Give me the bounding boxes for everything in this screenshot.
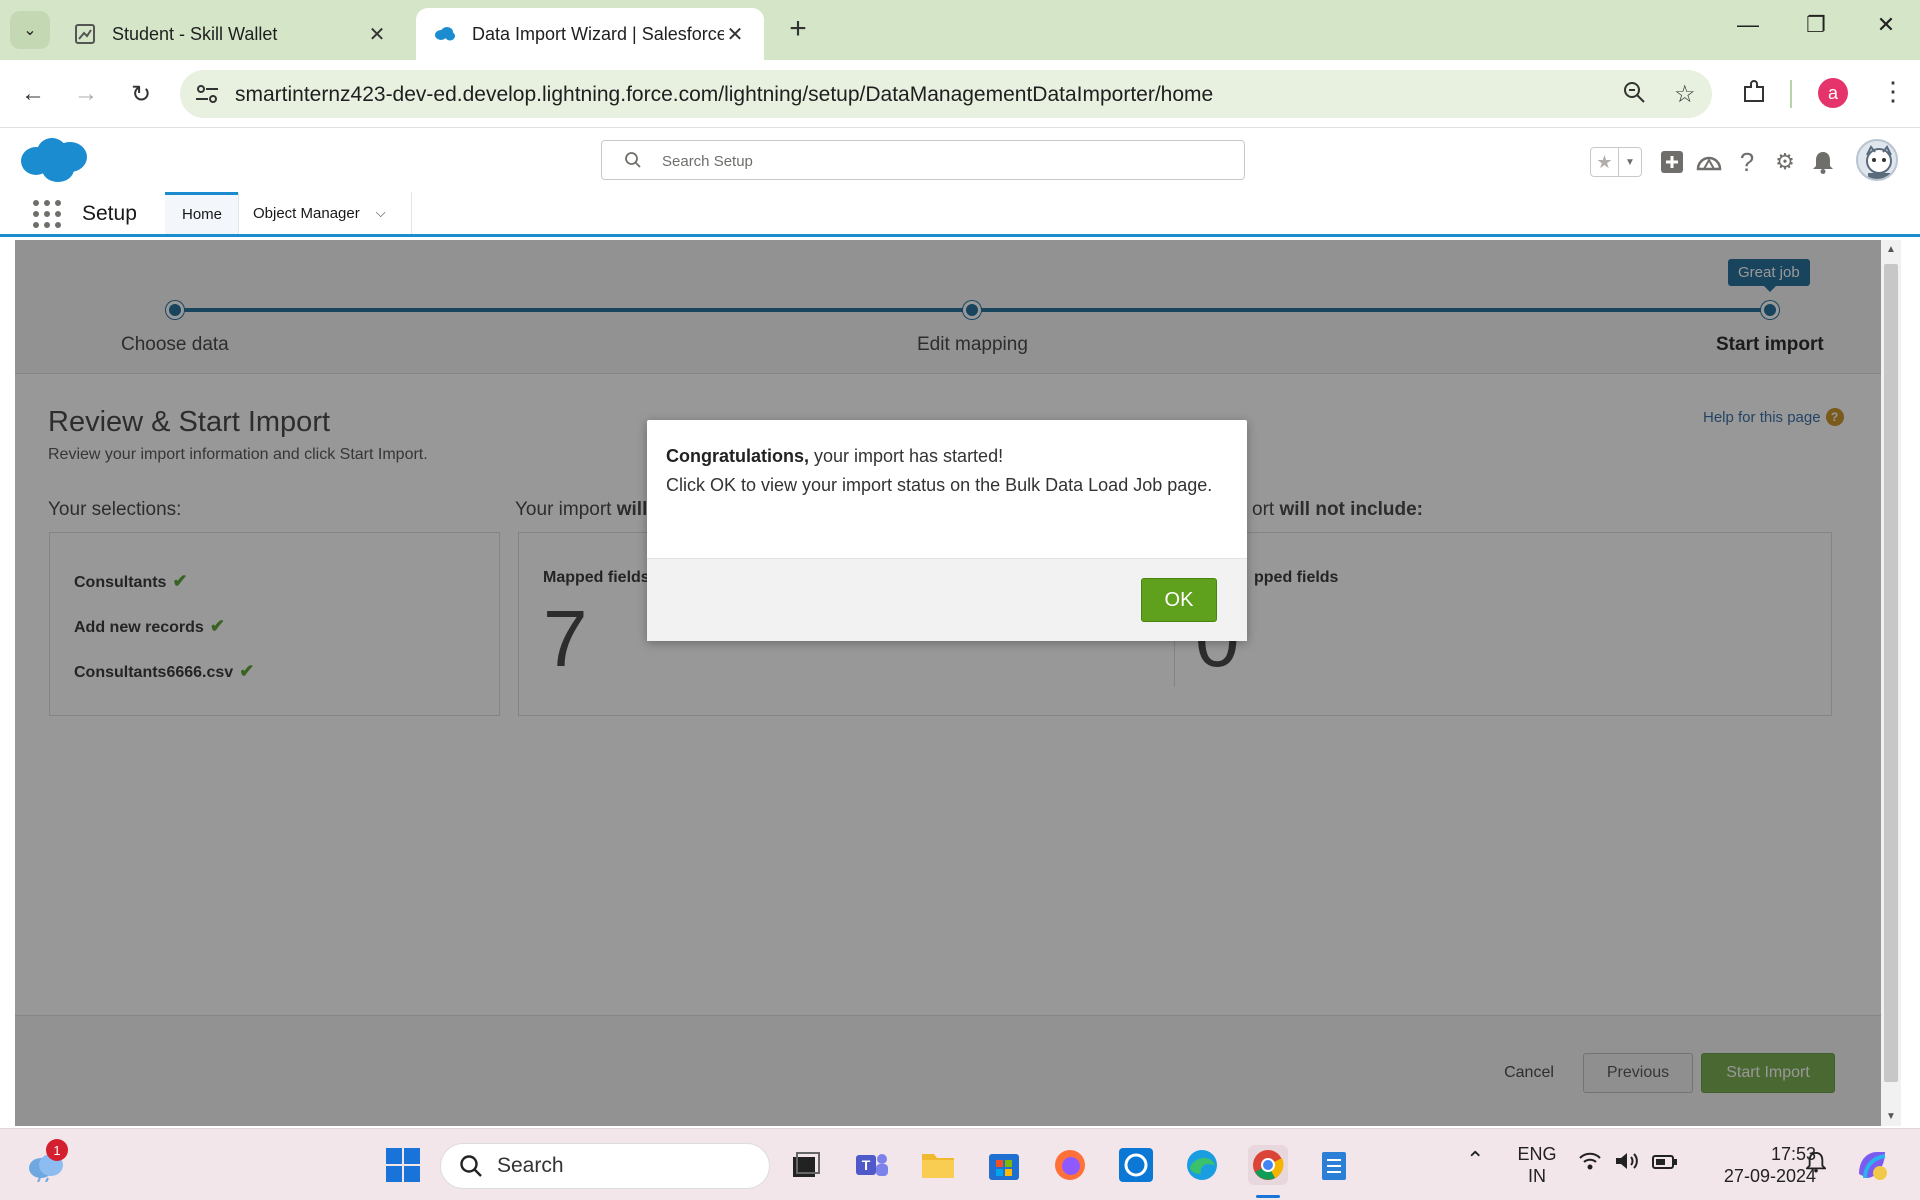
chevron-up-icon[interactable]: ⌃: [1466, 1149, 1484, 1171]
clock-time: 17:53: [1770, 1144, 1816, 1164]
notification-badge: 1: [46, 1139, 68, 1161]
reload-icon[interactable]: ↻: [123, 76, 159, 112]
zoom-icon[interactable]: [1622, 80, 1646, 111]
svg-text:T: T: [862, 1157, 871, 1173]
teams-icon[interactable]: T: [852, 1145, 892, 1185]
gear-icon[interactable]: ⚙: [1770, 147, 1800, 177]
browser-tab-data-import-wizard[interactable]: Data Import Wizard | Salesforce ✕: [416, 8, 764, 60]
trailhead-icon[interactable]: [1694, 147, 1724, 177]
setup-search-input[interactable]: [662, 149, 1222, 173]
nav-tab-home[interactable]: Home: [165, 192, 239, 234]
salesforce-nav-bar: Setup Home Object Manager ⌵: [0, 192, 1920, 237]
app-name: Setup: [82, 202, 137, 225]
region-code: IN: [1528, 1166, 1546, 1186]
url-text[interactable]: smartinternz423-dev-ed.develop.lightning…: [235, 83, 1213, 107]
clock-date: 27-09-2024: [1723, 1166, 1816, 1186]
restore-icon[interactable]: ❐: [1796, 12, 1836, 38]
browser-menu-icon[interactable]: ⋮: [1880, 76, 1906, 107]
toolbar-divider: [1790, 80, 1792, 108]
file-explorer-icon[interactable]: [918, 1145, 958, 1185]
tab-search-button[interactable]: ⌄: [10, 11, 50, 49]
task-view-icon[interactable]: [786, 1145, 826, 1185]
user-avatar[interactable]: [1856, 139, 1898, 181]
forward-icon[interactable]: →: [68, 76, 104, 112]
firefox-icon[interactable]: [1050, 1145, 1090, 1185]
search-icon: [460, 1155, 482, 1177]
edge-icon[interactable]: [1182, 1145, 1222, 1185]
volume-icon[interactable]: [1614, 1151, 1640, 1176]
salesforce-header: ★ ▼ ? ⚙: [0, 129, 1920, 192]
nav-tab-label: Object Manager: [253, 204, 360, 222]
chrome-icon[interactable]: [1248, 1145, 1288, 1185]
global-actions-icon[interactable]: [1657, 147, 1687, 177]
microsoft-store-icon[interactable]: [984, 1145, 1024, 1185]
chevron-down-icon: ⌄: [23, 22, 37, 39]
profile-avatar[interactable]: a: [1818, 78, 1848, 108]
search-icon: [625, 152, 641, 168]
nav-tab-object-manager[interactable]: Object Manager ⌵: [238, 192, 412, 234]
app-launcher-icon[interactable]: [33, 200, 61, 228]
clock[interactable]: 17:53 27-09-2024: [1696, 1143, 1816, 1187]
dialog-body-text: Click OK to view your import status on t…: [666, 475, 1213, 495]
tab-title: Student - Skill Wallet: [112, 23, 278, 44]
scrollbar-thumb[interactable]: [1884, 264, 1898, 1082]
browser-tab-skill-wallet[interactable]: Student - Skill Wallet ✕: [56, 8, 406, 60]
nav-tab-label: Home: [181, 206, 222, 223]
tab-title: Data Import Wizard | Salesforce: [472, 23, 724, 44]
cortana-icon[interactable]: [1116, 1145, 1156, 1185]
address-bar[interactable]: smartinternz423-dev-ed.develop.lightning…: [180, 70, 1712, 118]
salesforce-logo-icon[interactable]: [18, 135, 90, 185]
dialog-message: Congratulations, your import has started…: [647, 420, 1247, 558]
new-tab-button[interactable]: +: [780, 12, 816, 46]
back-icon[interactable]: ←: [15, 76, 51, 112]
battery-icon[interactable]: [1652, 1153, 1678, 1175]
skill-wallet-favicon-icon: [74, 23, 96, 45]
close-icon[interactable]: ✕: [366, 22, 388, 47]
extensions-icon[interactable]: [1740, 78, 1768, 106]
import-started-dialog: Congratulations, your import has started…: [647, 420, 1247, 641]
browser-tab-strip: ⌄ Student - Skill Wallet ✕ Data Import W…: [0, 0, 1920, 60]
scroll-up-icon[interactable]: ▲: [1885, 244, 1897, 255]
site-settings-icon[interactable]: [194, 82, 220, 106]
wifi-icon[interactable]: [1578, 1151, 1602, 1176]
modal-backdrop: [15, 240, 1881, 1126]
windows-start-icon[interactable]: [383, 1145, 423, 1185]
browser-toolbar: ← → ↻ smartinternz423-dev-ed.develop.lig…: [0, 60, 1920, 128]
page-scrollbar[interactable]: ▲ ▼: [1881, 240, 1901, 1126]
close-window-icon[interactable]: ✕: [1866, 12, 1906, 38]
taskbar-search-label: Search: [497, 1154, 564, 1177]
dialog-footer: OK: [647, 558, 1247, 641]
language-code: ENG: [1517, 1144, 1557, 1164]
help-icon[interactable]: ?: [1732, 147, 1762, 177]
scroll-down-icon[interactable]: ▼: [1885, 1111, 1897, 1122]
salesforce-favicon-icon: [434, 23, 456, 45]
ok-button[interactable]: OK: [1141, 578, 1217, 622]
notifications-bell-icon[interactable]: [1808, 147, 1838, 177]
close-icon[interactable]: ✕: [724, 22, 746, 47]
favorites-dropdown-icon[interactable]: ▼: [1619, 148, 1641, 176]
minimize-icon[interactable]: —: [1728, 12, 1768, 38]
setup-search-box[interactable]: [601, 140, 1245, 180]
language-indicator[interactable]: ENG IN: [1510, 1143, 1564, 1187]
windows-taskbar: 1 Search T ⌃ ENG IN 17:53 27-09-2024: [0, 1128, 1920, 1200]
copilot-icon[interactable]: [1852, 1145, 1892, 1185]
notifications-bell-icon[interactable]: [1804, 1151, 1828, 1178]
taskbar-search-box[interactable]: Search: [440, 1143, 770, 1189]
favorites-group: ★ ▼: [1590, 147, 1642, 177]
favorite-star-icon[interactable]: ★: [1591, 148, 1619, 176]
chevron-down-icon[interactable]: ⌵: [376, 205, 386, 221]
dialog-heading-bold: Congratulations,: [666, 446, 809, 466]
bookmark-star-icon[interactable]: ☆: [1674, 80, 1696, 109]
notepad-icon[interactable]: [1314, 1145, 1354, 1185]
active-app-indicator: [1256, 1195, 1280, 1198]
dialog-heading-rest: your import has started!: [809, 446, 1004, 466]
